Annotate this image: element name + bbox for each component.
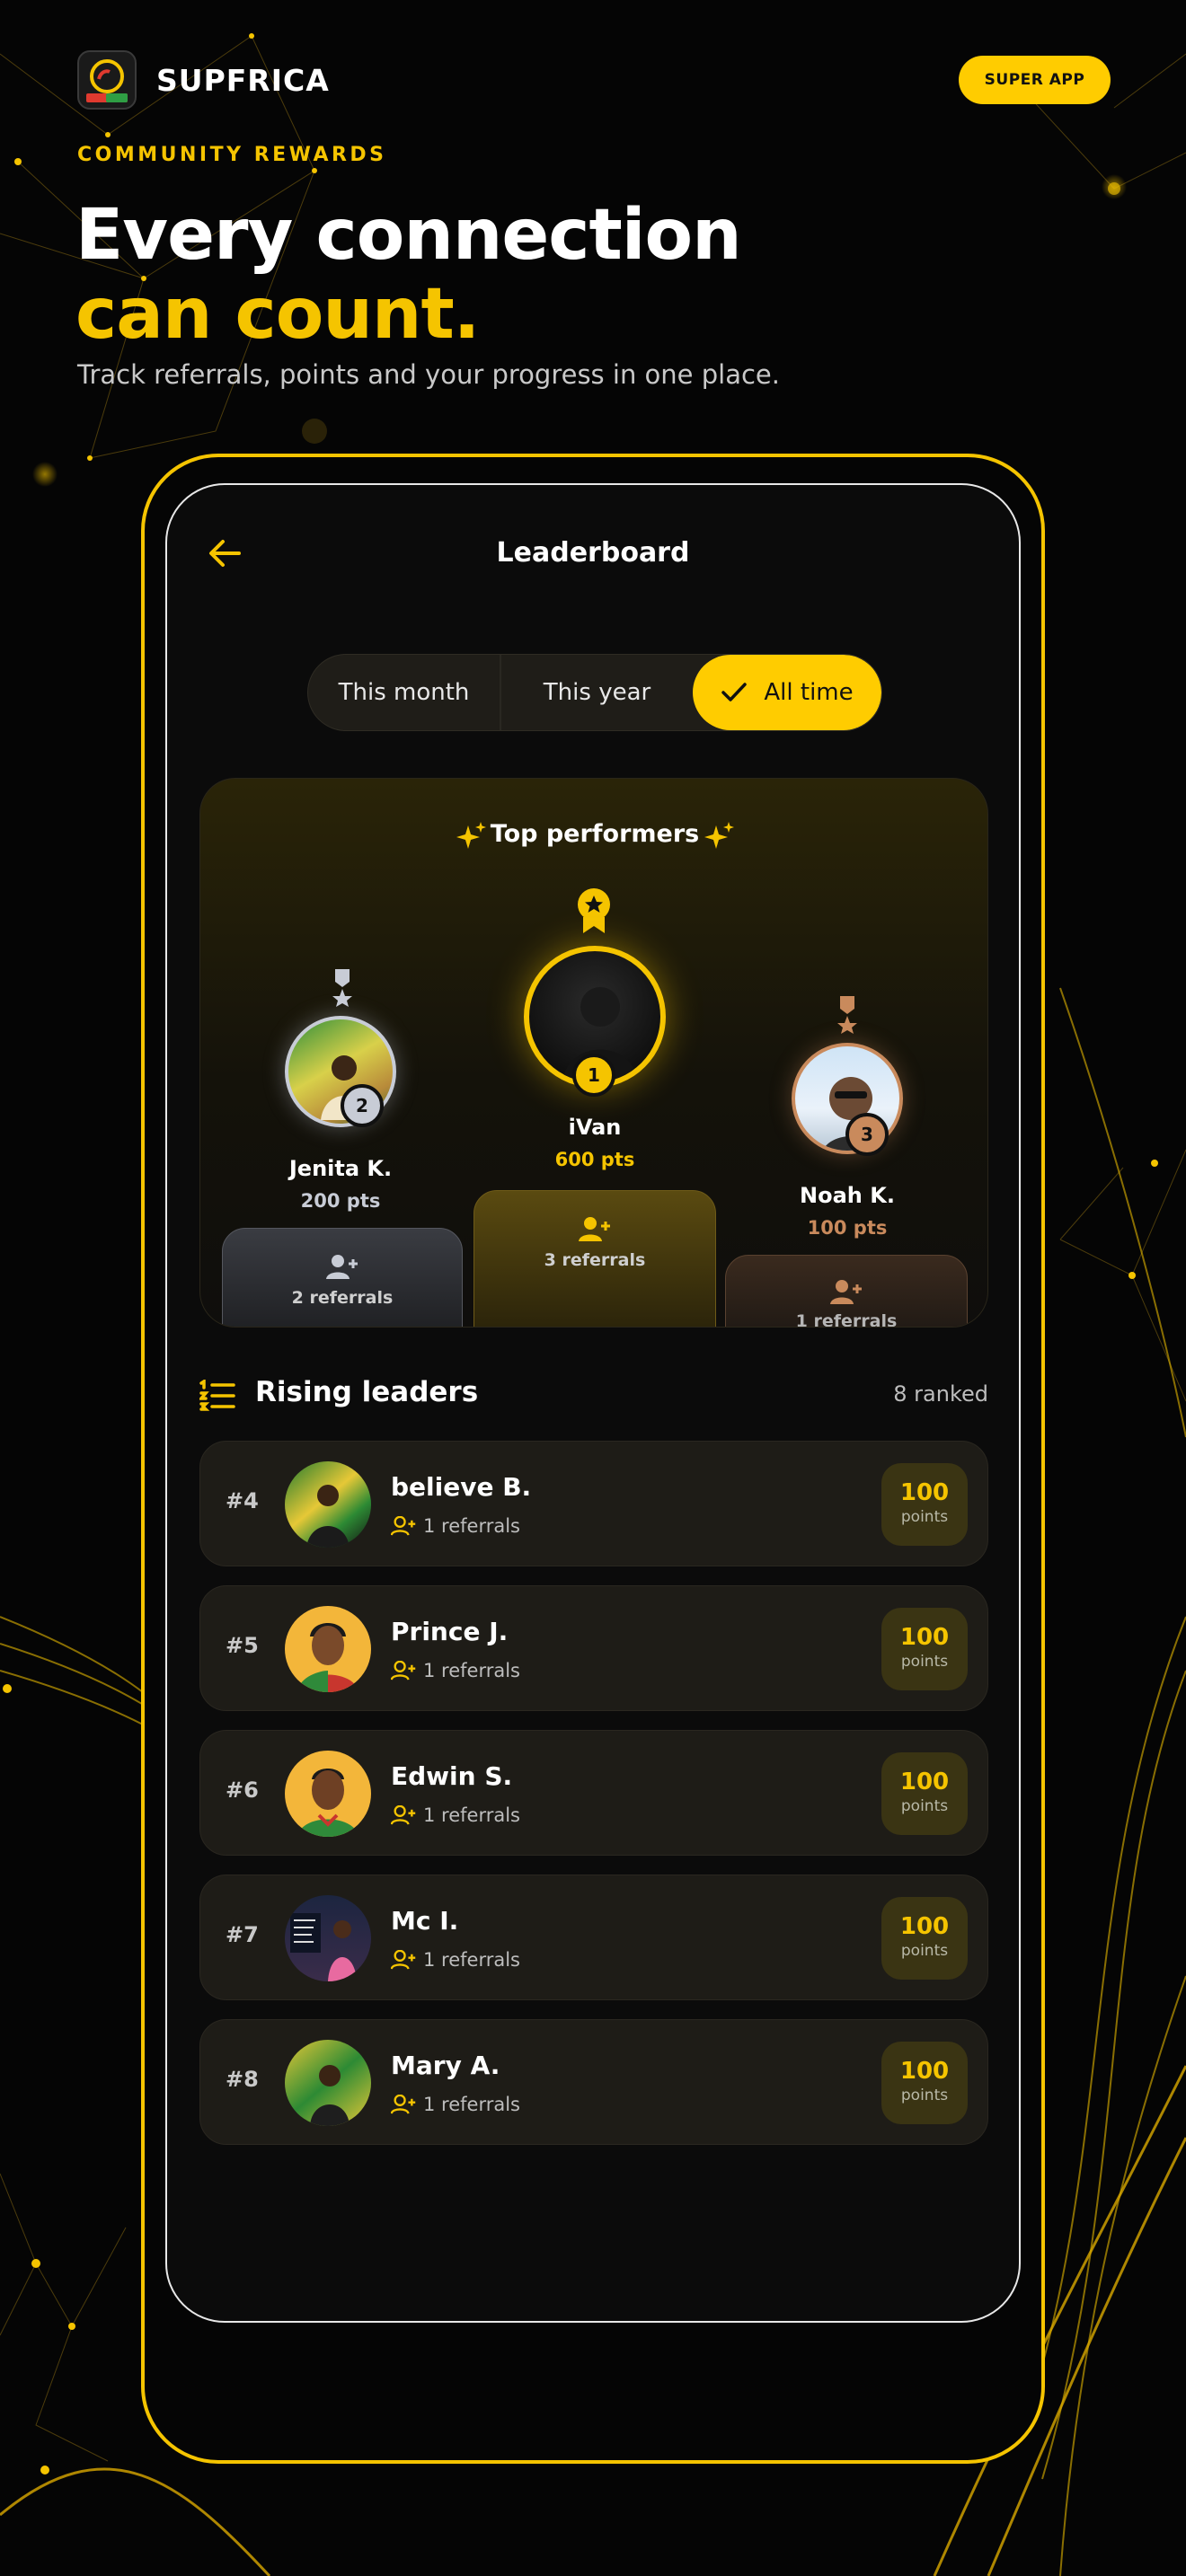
- podium-block-2: 2 referrals: [222, 1228, 463, 1327]
- row-rank: #6: [226, 1778, 259, 1803]
- silver-medal-icon: [332, 969, 352, 1007]
- brand: SUPFRICA: [77, 50, 330, 110]
- row-referrals-label: 1 referrals: [423, 1515, 520, 1537]
- add-user-icon: [579, 1217, 610, 1241]
- bronze-medal-icon: [837, 996, 857, 1034]
- row-rank: #4: [226, 1488, 259, 1513]
- add-user-icon: [391, 1661, 416, 1681]
- points-value: 100: [899, 1769, 950, 1795]
- top-performers-title: Top performers: [490, 820, 700, 848]
- add-user-icon: [830, 1280, 862, 1304]
- points-value: 100: [899, 2058, 950, 2085]
- points-label: points: [900, 2086, 949, 2104]
- rising-leaders-title: Rising leaders: [255, 1376, 479, 1408]
- row-referrals: 1 referrals: [391, 2094, 520, 2115]
- points-badge: 100 points: [881, 1608, 968, 1690]
- row-name: Mc I.: [391, 1906, 459, 1936]
- points-value: 100: [899, 1913, 950, 1940]
- points-badge: 100 points: [881, 1463, 968, 1546]
- tab-this-month[interactable]: This month: [308, 655, 501, 730]
- row-referrals-label: 1 referrals: [423, 1949, 520, 1971]
- super-app-button[interactable]: SUPER APP: [959, 56, 1111, 104]
- podium-block-1: 3 referrals: [474, 1190, 716, 1327]
- check-icon: [721, 683, 748, 701]
- row-referrals: 1 referrals: [391, 1660, 520, 1681]
- row-referrals: 1 referrals: [391, 1949, 520, 1971]
- row-name: believe B.: [391, 1472, 532, 1502]
- rank-badge: 2: [341, 1084, 384, 1127]
- top-performers-card: Top performers 2 Jenita K. 200 pts 2 ref…: [199, 778, 988, 1328]
- row-name: Edwin S.: [391, 1761, 513, 1791]
- gold-medal-icon: [578, 888, 610, 933]
- row-name: Mary A.: [391, 2051, 500, 2080]
- row-referrals-label: 1 referrals: [423, 2094, 520, 2115]
- points-value: 100: [899, 1479, 950, 1506]
- podium-points: 100 pts: [807, 1217, 888, 1239]
- avatar: [285, 1461, 371, 1548]
- list-item[interactable]: #4 believe B. 1 referrals 100 points: [199, 1441, 988, 1566]
- list-item[interactable]: #6 Edwin S. 1 referrals 100 points: [199, 1730, 988, 1856]
- rank-badge: 1: [572, 1054, 615, 1097]
- podium-points: 200 pts: [300, 1190, 381, 1212]
- points-label: points: [900, 1797, 949, 1815]
- list-icon: [199, 1380, 235, 1411]
- brand-name: SUPFRICA: [156, 62, 330, 98]
- eyebrow-label: COMMUNITY REWARDS: [77, 144, 387, 166]
- podium-name: Jenita K.: [288, 1156, 393, 1181]
- list-item[interactable]: #7 Mc I. 1 referrals 100 points: [199, 1875, 988, 2000]
- points-badge: 100 points: [881, 1752, 968, 1835]
- podium-name: iVan: [568, 1115, 622, 1140]
- hero-title-line1: Every connection: [75, 195, 742, 276]
- points-label: points: [900, 1942, 949, 1960]
- add-user-icon: [391, 1805, 416, 1825]
- points-badge: 100 points: [881, 2042, 968, 2124]
- podium-referrals: 1 referrals: [795, 1311, 898, 1328]
- hero-subtitle: Track referrals, points and your progres…: [77, 359, 780, 390]
- add-user-icon: [326, 1255, 358, 1279]
- tab-this-year[interactable]: This year: [501, 655, 693, 730]
- row-name: Prince J.: [391, 1617, 509, 1646]
- add-user-icon: [391, 1516, 416, 1536]
- points-label: points: [900, 1653, 949, 1671]
- row-referrals: 1 referrals: [391, 1515, 520, 1537]
- row-referrals: 1 referrals: [391, 1804, 520, 1826]
- phone-screen: Leaderboard This month This year All tim…: [165, 483, 1021, 2323]
- rank-badge: 3: [845, 1113, 889, 1156]
- add-user-icon: [391, 1950, 416, 1970]
- sparkle-icon: [704, 822, 734, 849]
- row-referrals-label: 1 referrals: [423, 1804, 520, 1826]
- tab-all-time-label: All time: [764, 679, 854, 706]
- points-label: points: [900, 1508, 949, 1526]
- row-rank: #7: [226, 1922, 259, 1947]
- period-filter: This month This year All time: [307, 654, 882, 731]
- row-rank: #5: [226, 1633, 259, 1658]
- ranked-count: 8 ranked: [893, 1381, 988, 1407]
- add-user-icon: [391, 2095, 416, 2114]
- podium-referrals: 2 referrals: [291, 1288, 394, 1308]
- avatar: [285, 1606, 371, 1692]
- row-rank: #8: [226, 2067, 259, 2092]
- list-item[interactable]: #5 Prince J. 1 referrals 100 points: [199, 1585, 988, 1711]
- points-badge: 100 points: [881, 1897, 968, 1980]
- logo-icon: [77, 50, 137, 110]
- avatar: [285, 1895, 371, 1981]
- points-value: 100: [899, 1624, 950, 1651]
- tab-all-time[interactable]: All time: [693, 655, 881, 730]
- list-item[interactable]: #8 Mary A. 1 referrals 100 points: [199, 2019, 988, 2145]
- avatar: [285, 2040, 371, 2126]
- page-title: Leaderboard: [496, 537, 690, 569]
- row-referrals-label: 1 referrals: [423, 1660, 520, 1681]
- podium-referrals: 3 referrals: [544, 1250, 646, 1270]
- hero-title-line2: can count.: [75, 274, 480, 355]
- podium-points: 600 pts: [554, 1149, 635, 1170]
- podium-block-3: 1 referrals: [725, 1255, 968, 1328]
- podium-name: Noah K.: [800, 1183, 895, 1208]
- avatar: [285, 1751, 371, 1837]
